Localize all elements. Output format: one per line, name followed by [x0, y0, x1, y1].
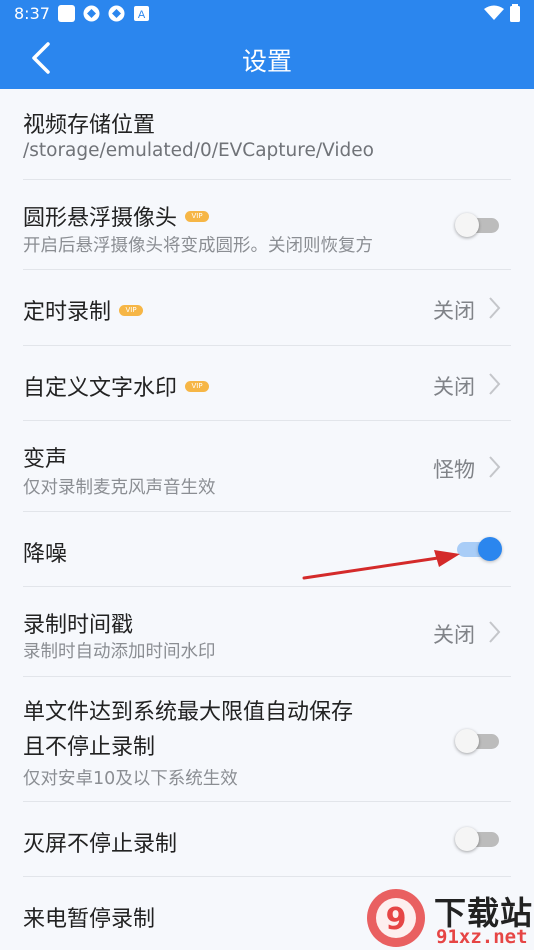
- vip-badge: VIP: [119, 304, 144, 316]
- setting-text-watermark[interactable]: 自定义文字水印 VIP 关闭: [23, 346, 511, 421]
- screen-off-toggle[interactable]: [455, 827, 499, 851]
- setting-title: 灭屏不停止录制: [23, 832, 178, 857]
- chevron-right-icon: [489, 373, 501, 395]
- page-title: 设置: [241, 47, 292, 76]
- chevron-right-icon: [489, 621, 501, 643]
- chevron-right-icon: [489, 297, 501, 319]
- status-bar: 8:37 A: [0, 0, 534, 28]
- setting-title-line2: 且不停止录制: [23, 735, 156, 760]
- app-bar: 设置: [0, 28, 534, 89]
- setting-timestamp[interactable]: 录制时间戳 录制时自动添加时间水印 关闭: [23, 587, 511, 677]
- setting-subtitle: 仅对安卓10及以下系统生效: [23, 769, 238, 789]
- vip-badge: VIP: [185, 210, 210, 222]
- setting-title-line1: 单文件达到系统最大限值自动保存: [23, 700, 354, 725]
- notification-sync-icon: [83, 5, 100, 22]
- vip-badge: VIP: [185, 380, 210, 392]
- notification-a-icon: A: [133, 5, 150, 22]
- setting-round-camera[interactable]: 圆形悬浮摄像头 VIP 开启后悬浮摄像头将变成圆形。关闭则恢复方: [23, 180, 511, 270]
- setting-value: 关闭: [433, 299, 475, 323]
- setting-voice-change[interactable]: 变声 仅对录制麦克风声音生效 怪物: [23, 421, 511, 512]
- wifi-icon: [484, 5, 504, 20]
- notification-sync-icon: [108, 5, 125, 22]
- round-camera-toggle[interactable]: [455, 213, 499, 237]
- setting-title: 来电暂停录制: [23, 907, 156, 932]
- battery-icon: [510, 4, 520, 22]
- setting-auto-save[interactable]: 单文件达到系统最大限值自动保存 且不停止录制 仅对安卓10及以下系统生效: [23, 677, 511, 802]
- setting-screen-off-recording[interactable]: 灭屏不停止录制: [23, 802, 511, 877]
- setting-title: 录制时间戳: [23, 613, 134, 638]
- setting-subtitle: 开启后悬浮摄像头将变成圆形。关闭则恢复方: [23, 236, 373, 256]
- setting-subtitle: 录制时自动添加时间水印: [23, 642, 216, 662]
- setting-title: 降噪: [23, 542, 68, 567]
- setting-video-storage[interactable]: 视频存储位置 /storage/emulated/0/EVCapture/Vid…: [23, 89, 511, 180]
- setting-title: 圆形悬浮摄像头: [23, 206, 178, 231]
- setting-value: 关闭: [433, 375, 475, 399]
- site-watermark: 9 下载站 91xz.net: [362, 886, 534, 950]
- setting-timed-recording[interactable]: 定时录制 VIP 关闭: [23, 270, 511, 346]
- setting-value: 怪物: [433, 458, 475, 482]
- setting-title: 变声: [23, 447, 68, 472]
- settings-list: 视频存储位置 /storage/emulated/0/EVCapture/Vid…: [0, 89, 534, 950]
- setting-value: 关闭: [433, 623, 475, 647]
- svg-text:9: 9: [386, 902, 407, 937]
- setting-title: 定时录制: [23, 300, 112, 325]
- setting-title: 自定义文字水印: [23, 376, 178, 401]
- auto-save-toggle[interactable]: [455, 729, 499, 753]
- status-time: 8:37: [14, 4, 50, 23]
- annotation-arrow: [302, 550, 460, 580]
- setting-subtitle: 仅对录制麦克风声音生效: [23, 478, 216, 498]
- system-icons: [484, 4, 520, 22]
- svg-text:A: A: [138, 9, 146, 21]
- setting-subtitle: /storage/emulated/0/EVCapture/Video: [23, 140, 374, 161]
- watermark-logo-icon: 9: [367, 889, 425, 947]
- watermark-url: 91xz.net: [436, 926, 528, 948]
- setting-title: 视频存储位置: [23, 113, 156, 138]
- notification-icons: A: [58, 5, 150, 22]
- chevron-right-icon: [489, 456, 501, 478]
- notification-square-icon: [58, 5, 75, 22]
